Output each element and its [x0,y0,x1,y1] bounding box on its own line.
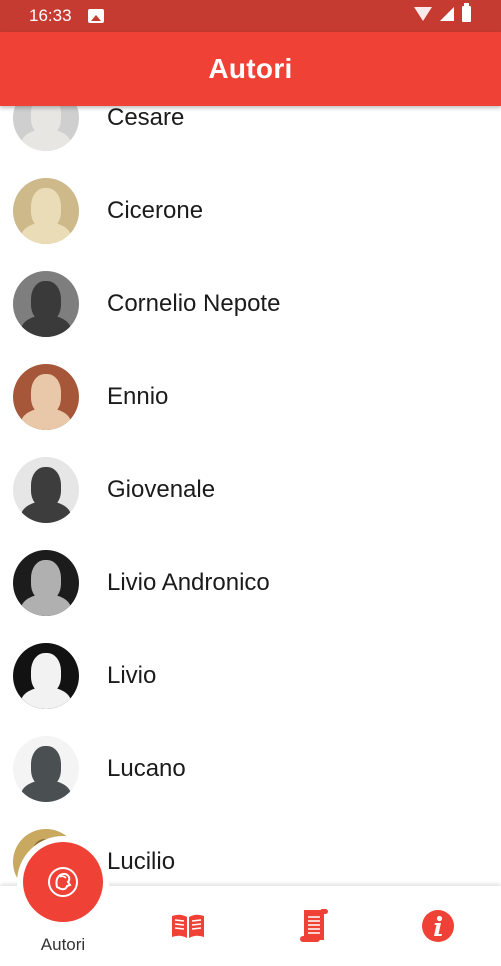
author-name: Lucilio [107,847,176,875]
nav-books-button[interactable] [150,886,226,966]
author-avatar [13,270,79,337]
author-avatar [13,456,79,523]
author-name: Livio [107,661,157,689]
author-name: Giovenale [107,475,216,503]
wifi-icon [414,7,432,21]
list-item[interactable]: Giovenale [0,443,501,536]
list-item[interactable]: Livio [0,629,501,722]
author-name: Ennio [107,382,169,410]
gallery-notification-icon [87,9,104,23]
status-icons [414,3,471,22]
nav-authors-label: Autori [40,935,86,954]
author-name: Lucano [107,754,186,782]
status-time: 16:33 [29,6,72,25]
list-item[interactable]: Cornelio Nepote [0,257,501,350]
battery-icon [462,3,471,22]
list-item[interactable]: Ennio [0,350,501,443]
authors-list: Cesare Cicerone Cornelio Nepote Ennio Gi… [0,71,501,908]
page-title: Autori [208,53,293,84]
author-avatar [13,735,79,802]
status-bar: 16:33 [0,0,501,32]
list-item[interactable]: Lucano [0,722,501,815]
author-avatar [13,642,79,709]
info-icon [422,910,454,942]
list-item[interactable]: Livio Andronico [0,536,501,629]
author-avatar [13,363,79,430]
open-book-icon [172,914,204,938]
list-item[interactable]: Cicerone [0,164,501,257]
author-name: Cornelio Nepote [107,289,281,317]
author-name: Cesare [107,103,185,131]
nav-authors-button[interactable] [17,836,109,928]
author-head-icon [48,867,78,897]
nav-texts-button[interactable] [276,886,352,966]
app-bar: Autori [0,32,501,106]
author-avatar [13,549,79,616]
author-name: Livio Andronico [107,568,270,596]
nav-info-button[interactable] [400,886,476,966]
author-avatar [13,177,79,244]
author-name: Cicerone [107,196,204,224]
cell-signal-icon [440,7,454,21]
scroll-document-icon [300,909,328,942]
nav-authors-active [23,842,103,922]
